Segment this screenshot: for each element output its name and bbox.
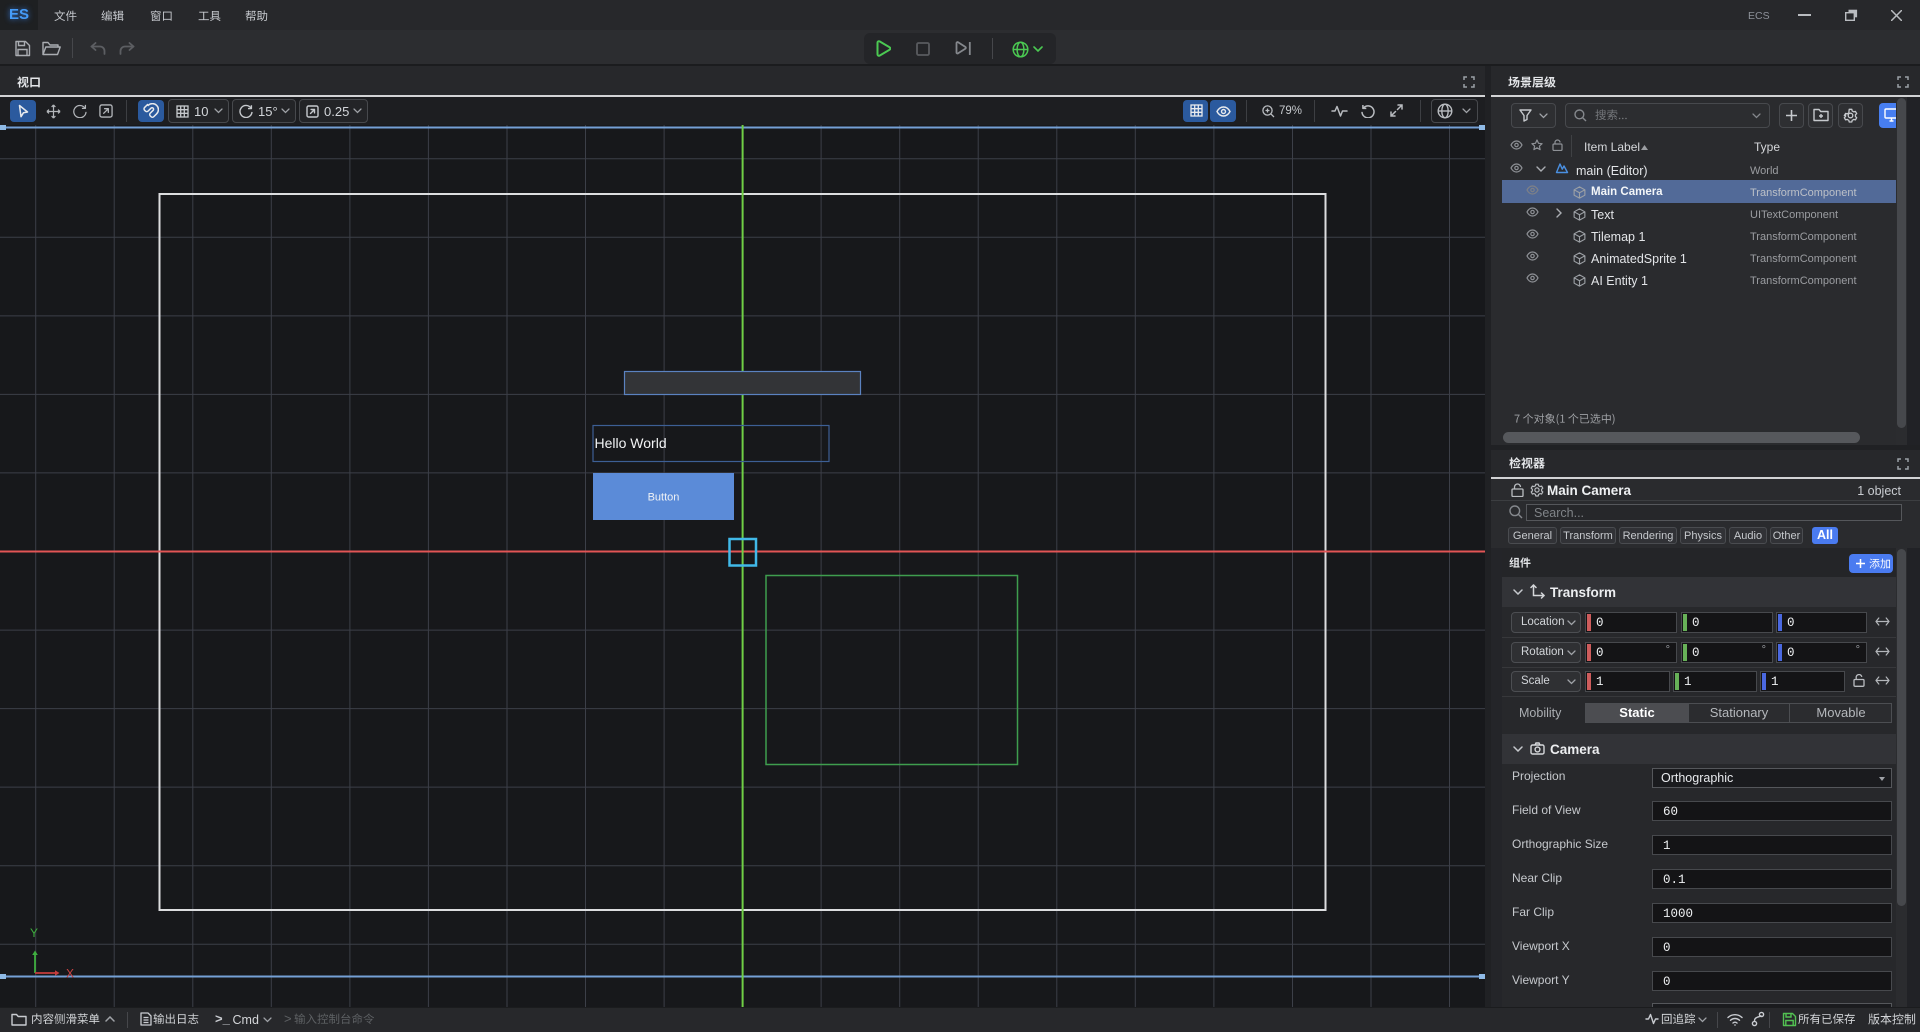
svg-text:X: X: [66, 967, 74, 981]
svg-text:Button: Button: [648, 492, 680, 504]
svg-text:Hello World: Hello World: [595, 435, 667, 451]
svg-text:Y: Y: [30, 926, 38, 940]
